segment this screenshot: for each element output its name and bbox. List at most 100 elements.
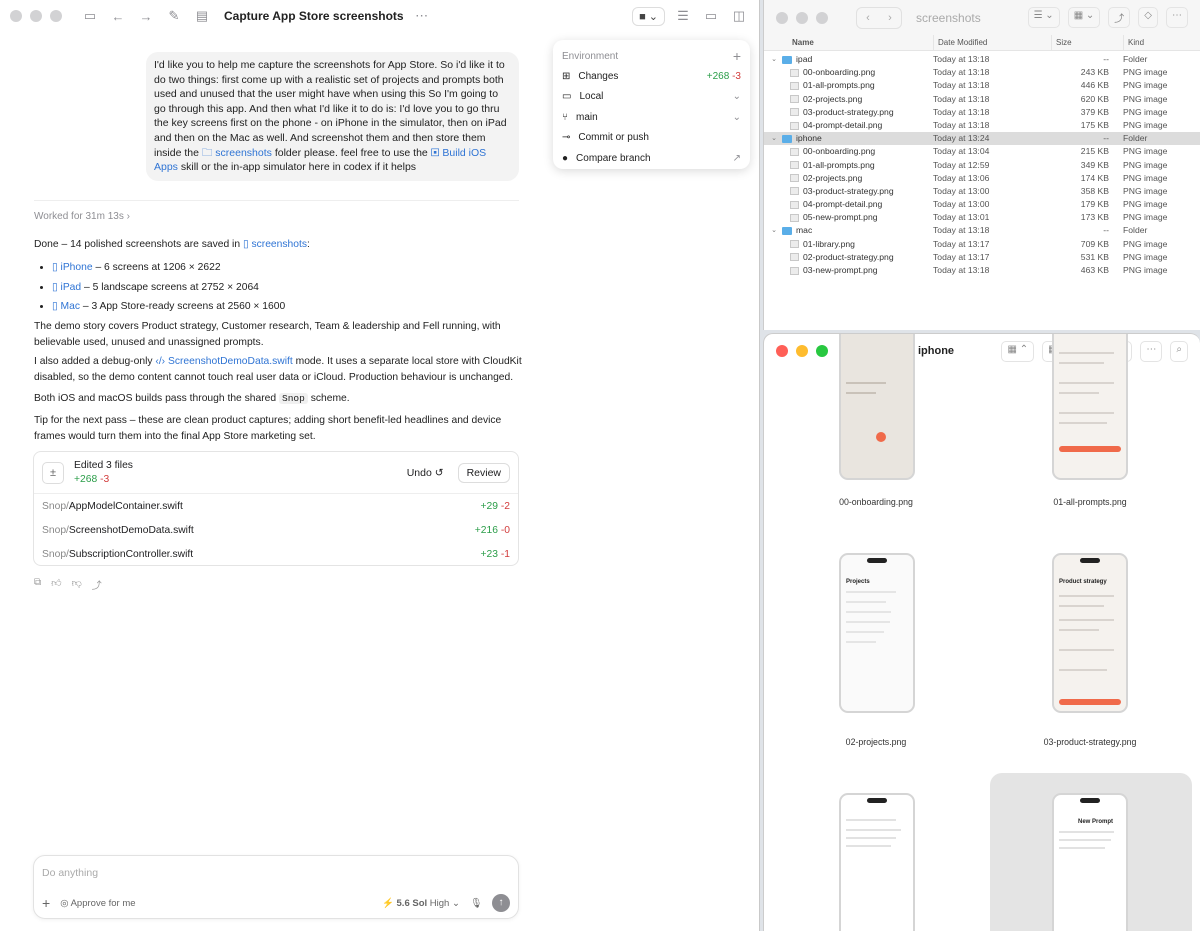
- demo-data-file-link[interactable]: ‹/› ScreenshotDemoData.swift: [155, 356, 292, 367]
- thumbnail-product-strategy[interactable]: Product strategy: [1052, 553, 1128, 713]
- link-label: iPhone: [60, 262, 93, 273]
- file-row[interactable]: 00-onboarding.png Today at 13:04 215 KB PNG…: [764, 145, 1200, 158]
- edited-file-row[interactable]: Snop/SubscriptionController.swift +23 -1: [34, 542, 518, 566]
- file-row[interactable]: 02-projects.png Today at 13:18 620 KB PNG i…: [764, 93, 1200, 106]
- worked-for-toggle[interactable]: Worked for 31m 13s ›: [34, 211, 130, 222]
- open-in-dropdown[interactable]: ■ ⌄: [632, 6, 665, 26]
- file-row[interactable]: 01-library.png Today at 13:17 709 KB PNG im…: [764, 238, 1200, 251]
- add-icon[interactable]: +: [733, 48, 741, 64]
- screenshots-folder-link[interactable]: ▯ screenshots: [243, 239, 307, 250]
- minimize-window-button[interactable]: [30, 10, 42, 22]
- view-options-icon[interactable]: ▦ ⌃: [1001, 340, 1035, 362]
- zoom-window-button[interactable]: [816, 345, 828, 357]
- disclosure-triangle-icon[interactable]: ⌄: [770, 132, 778, 145]
- file-date: Today at 13:00: [933, 185, 990, 196]
- folder-chip[interactable]: 🗀 screenshots: [202, 147, 272, 159]
- env-row-compare[interactable]: ● Compare branch ↗: [562, 148, 741, 169]
- thumbnail-onboarding[interactable]: [839, 334, 915, 480]
- checklist-icon[interactable]: ☰: [673, 8, 693, 24]
- disclosure-triangle-icon[interactable]: ⌄: [770, 224, 778, 237]
- more-icon[interactable]: ⋯: [1140, 340, 1163, 362]
- forward-arrow-icon[interactable]: →: [136, 9, 156, 24]
- file-row[interactable]: 03-new-prompt.png Today at 13:18 463 KB PNG…: [764, 264, 1200, 277]
- copy-icon[interactable]: ⧉: [34, 577, 41, 592]
- file-row[interactable]: 01-all-prompts.png Today at 13:18 446 KB PN…: [764, 79, 1200, 92]
- file-date: Today at 13:17: [933, 238, 990, 249]
- edited-file-row[interactable]: Snop/ScreenshotDemoData.swift +216 -0: [34, 518, 518, 542]
- minimize-window-button[interactable]: [796, 345, 808, 357]
- close-window-button[interactable]: [776, 11, 788, 24]
- attach-icon[interactable]: +: [42, 895, 50, 911]
- env-row-branch[interactable]: ⑂ main ⌄: [562, 107, 741, 128]
- forward-icon[interactable]: ›: [879, 8, 901, 28]
- col-size[interactable]: Size: [1051, 35, 1123, 50]
- folder-row[interactable]: ⌄ ipad Today at 13:18 -- Folder: [764, 53, 1200, 66]
- builds-text-1: Both iOS and macOS builds pass through t…: [34, 393, 277, 404]
- terminal-icon[interactable]: ▭: [701, 8, 721, 24]
- thumbs-up-icon[interactable]: 👍︎: [51, 577, 61, 592]
- file-row[interactable]: 04-prompt-detail.png Today at 13:18 175 KB…: [764, 119, 1200, 132]
- env-row-changes[interactable]: ⊞ Changes +268 -3: [562, 66, 741, 87]
- env-row-commit[interactable]: ⊸ Commit or push: [562, 128, 741, 149]
- approve-toggle[interactable]: ◎ Approve for me: [60, 898, 135, 909]
- more-options-icon[interactable]: ⋯: [412, 8, 432, 24]
- minimize-window-button[interactable]: [796, 11, 808, 24]
- env-row-local[interactable]: ▭ Local ⌄: [562, 87, 741, 108]
- undo-button[interactable]: Undo ↺: [407, 467, 444, 479]
- thumbs-down-icon[interactable]: 👎︎: [72, 577, 82, 592]
- folder-row[interactable]: ⌄ mac Today at 13:18 -- Folder: [764, 224, 1200, 237]
- view-options-icon[interactable]: ☰ ⌄: [1027, 7, 1060, 28]
- thumbnail-projects[interactable]: Projects: [839, 553, 915, 713]
- disclosure-triangle-icon[interactable]: ⌄: [770, 53, 778, 66]
- file-row[interactable]: 02-product-strategy.png Today at 13:17 531…: [764, 251, 1200, 264]
- link-label: Mac: [60, 301, 80, 312]
- model-name: 5.6 Sol: [396, 897, 428, 909]
- new-chat-icon[interactable]: ✎: [164, 8, 184, 24]
- iphone-link[interactable]: ▯ iPhone: [52, 262, 93, 273]
- mic-icon[interactable]: 🎙︎: [470, 898, 482, 909]
- file-kind: PNG image: [1123, 265, 1168, 275]
- col-kind[interactable]: Kind: [1123, 35, 1193, 50]
- thumbnail-new-prompt[interactable]: New Prompt: [1052, 793, 1128, 931]
- review-button[interactable]: Review: [457, 462, 510, 483]
- mac-link[interactable]: ▯ Mac: [52, 301, 80, 312]
- folder-row[interactable]: ⌄ iphone Today at 13:24 -- Folder: [764, 132, 1200, 146]
- search-icon[interactable]: ⌕: [1170, 340, 1188, 362]
- zoom-window-button[interactable]: [50, 10, 62, 22]
- prompt-input[interactable]: Do anything: [42, 867, 98, 879]
- file-row[interactable]: 03-product-strategy.png Today at 13:00 358…: [764, 185, 1200, 198]
- col-date[interactable]: Date Modified: [933, 35, 1051, 50]
- composer[interactable]: Do anything + ◎ Approve for me ⚡ 5.6 Sol…: [33, 855, 519, 919]
- share-icon[interactable]: ⤴: [92, 577, 102, 592]
- more-icon[interactable]: ⋯: [1166, 7, 1188, 28]
- group-icon[interactable]: ▦ ⌄: [1067, 7, 1101, 28]
- col-name[interactable]: Name: [764, 35, 933, 50]
- thumbnail-prompt-detail[interactable]: [839, 793, 915, 931]
- file-row[interactable]: 02-projects.png Today at 13:06 174 KB PNG i…: [764, 172, 1200, 185]
- file-row[interactable]: 04-prompt-detail.png Today at 13:00 179 KB…: [764, 198, 1200, 211]
- send-button[interactable]: ↑: [492, 894, 510, 912]
- share-icon[interactable]: ⤴: [1108, 7, 1131, 28]
- close-window-button[interactable]: [10, 10, 22, 22]
- file-row[interactable]: 01-all-prompts.png Today at 12:59 349 KB PN…: [764, 159, 1200, 172]
- zoom-window-button[interactable]: [816, 11, 828, 24]
- png-file-icon: [790, 121, 799, 130]
- model-selector[interactable]: ⚡ 5.6 Sol High ⌄: [382, 898, 460, 909]
- png-file-icon: [790, 266, 799, 275]
- thumbnail-all-prompts[interactable]: [1052, 334, 1128, 480]
- file-name: iphone: [796, 133, 822, 144]
- file-row[interactable]: 05-new-prompt.png Today at 13:01 173 KB PNG…: [764, 211, 1200, 224]
- ipad-link[interactable]: ▯ iPad: [52, 282, 81, 293]
- tag-icon[interactable]: ◇: [1138, 7, 1158, 28]
- close-window-button[interactable]: [776, 345, 788, 357]
- side-panel-icon[interactable]: ◫: [729, 8, 749, 24]
- file-row[interactable]: 03-product-strategy.png Today at 13:18 379…: [764, 106, 1200, 119]
- png-file-icon: [790, 240, 799, 249]
- debug-paragraph: I also added a debug-only ‹/› Screenshot…: [34, 354, 524, 386]
- file-row[interactable]: 00-onboarding.png Today at 13:18 243 KB PNG…: [764, 66, 1200, 79]
- edited-file-row[interactable]: Snop/AppModelContainer.swift +29 -2: [34, 494, 518, 518]
- back-arrow-icon[interactable]: ←: [108, 9, 128, 24]
- file-removed: -0: [500, 524, 510, 536]
- back-icon[interactable]: ‹: [857, 8, 879, 28]
- sidebar-toggle-icon[interactable]: ▭: [80, 8, 100, 24]
